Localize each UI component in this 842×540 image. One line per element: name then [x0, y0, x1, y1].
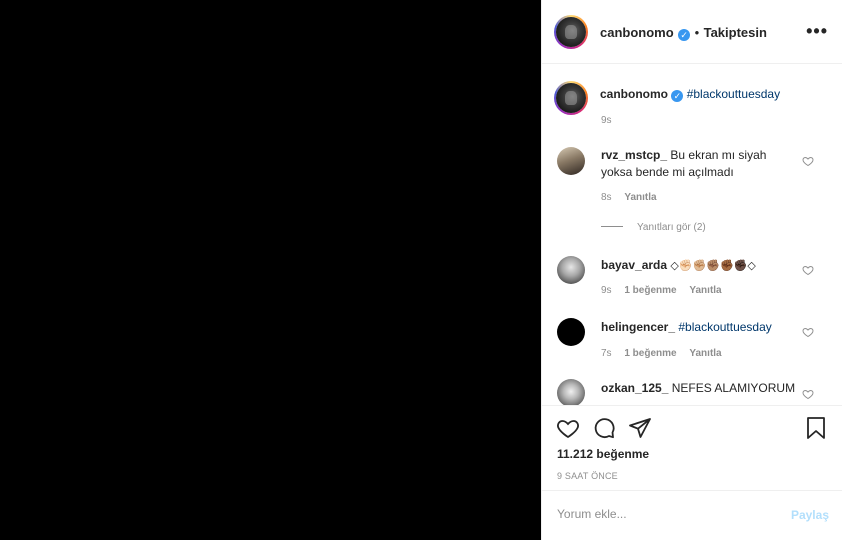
comment-time[interactable]: 7s: [601, 348, 612, 359]
comment-username[interactable]: ozkan_125_: [601, 381, 668, 395]
comment-icon[interactable]: [592, 416, 616, 440]
more-options-icon[interactable]: •••: [806, 22, 828, 40]
separator-dot: •: [694, 25, 700, 40]
comment-avatar[interactable]: [557, 147, 585, 175]
comment-time[interactable]: 8s: [601, 192, 612, 203]
comment-likes[interactable]: 1 beğenme: [624, 285, 676, 296]
caption-meta: 9s: [601, 115, 622, 126]
comment-meta: 7s 1 beğenme Yanıtla: [601, 348, 732, 359]
comment-body-line2: yoksa bende mi açılmadı: [601, 165, 734, 179]
comment-likes[interactable]: 1 beğenme: [624, 348, 676, 359]
heart-icon[interactable]: [802, 264, 814, 276]
view-replies-label: Yanıtları gör (2): [637, 222, 706, 233]
verified-badge-icon: ✓: [671, 90, 684, 102]
caption-hashtag[interactable]: #blackouttuesday: [687, 87, 780, 101]
caption-username[interactable]: canbonomo: [600, 87, 668, 101]
heart-icon[interactable]: [802, 388, 814, 400]
comment-time[interactable]: 9s: [601, 285, 612, 296]
following-status[interactable]: Takiptesin: [704, 25, 767, 40]
comments-list[interactable]: canbonomo ✓ #blackouttuesday 9s rvz_mstc…: [542, 64, 842, 405]
like-heart-icon[interactable]: [556, 416, 580, 440]
heart-icon[interactable]: [802, 326, 814, 338]
reply-button[interactable]: Yanıtla: [624, 192, 656, 203]
comment-username[interactable]: rvz_mstcp_: [601, 148, 667, 162]
comment-username[interactable]: bayav_arda: [601, 258, 667, 272]
save-bookmark-icon[interactable]: [804, 416, 828, 440]
comment-body: NEFES ALAMIYORUM: [671, 381, 796, 395]
reply-button[interactable]: Yanıtla: [689, 285, 721, 296]
author-avatar[interactable]: [554, 15, 588, 49]
share-paper-plane-icon[interactable]: [628, 416, 652, 440]
comment-hashtag[interactable]: #blackouttuesday: [678, 320, 771, 334]
author-username[interactable]: canbonomo: [600, 25, 674, 40]
comment-text: helingencer_ #blackouttuesday: [601, 319, 772, 336]
replies-divider: [601, 226, 623, 227]
caption-time[interactable]: 9s: [601, 115, 612, 126]
post-timestamp[interactable]: 9 SAAT ÖNCE: [557, 471, 618, 481]
comment-body-line1: Bu ekran mı siyah: [670, 148, 767, 162]
heart-icon[interactable]: [802, 155, 814, 167]
comment-form: Paylaş: [542, 490, 842, 540]
post-image[interactable]: [0, 0, 541, 540]
comment-username[interactable]: helingencer_: [601, 320, 675, 334]
comment-text: bayav_arda ◇✊🏻✊🏼✊🏽✊🏾✊🏿◇: [601, 257, 756, 275]
post-side-panel: canbonomo ✓ • Takiptesin ••• canbonomo ✓…: [541, 0, 842, 540]
instagram-post-modal: canbonomo ✓ • Takiptesin ••• canbonomo ✓…: [0, 0, 842, 540]
view-replies-button[interactable]: Yanıtları gör (2): [601, 222, 706, 233]
post-actions: 11.212 beğenme 9 SAAT ÖNCE: [542, 405, 842, 491]
verified-badge-icon: ✓: [678, 29, 691, 41]
caption-text: canbonomo ✓ #blackouttuesday: [600, 86, 780, 103]
comment-avatar[interactable]: [557, 379, 585, 405]
like-count[interactable]: 11.212 beğenme: [557, 447, 649, 461]
post-comment-button[interactable]: Paylaş: [791, 508, 829, 522]
comment-meta: 9s 1 beğenme Yanıtla: [601, 285, 732, 296]
comment-text: ozkan_125_ NEFES ALAMIYORUM: [601, 380, 795, 397]
comment-input[interactable]: [557, 507, 777, 521]
reply-button[interactable]: Yanıtla: [689, 348, 721, 359]
comment-text: rvz_mstcp_ Bu ekran mı siyah yoksa bende…: [601, 147, 801, 181]
caption-avatar[interactable]: [554, 81, 588, 115]
comment-meta: 8s Yanıtla: [601, 192, 667, 203]
comment-body: ◇✊🏻✊🏼✊🏽✊🏾✊🏿◇: [670, 260, 756, 272]
comment-avatar[interactable]: [557, 256, 585, 284]
comment-avatar[interactable]: [557, 318, 585, 346]
post-header: canbonomo ✓ • Takiptesin •••: [542, 0, 842, 64]
